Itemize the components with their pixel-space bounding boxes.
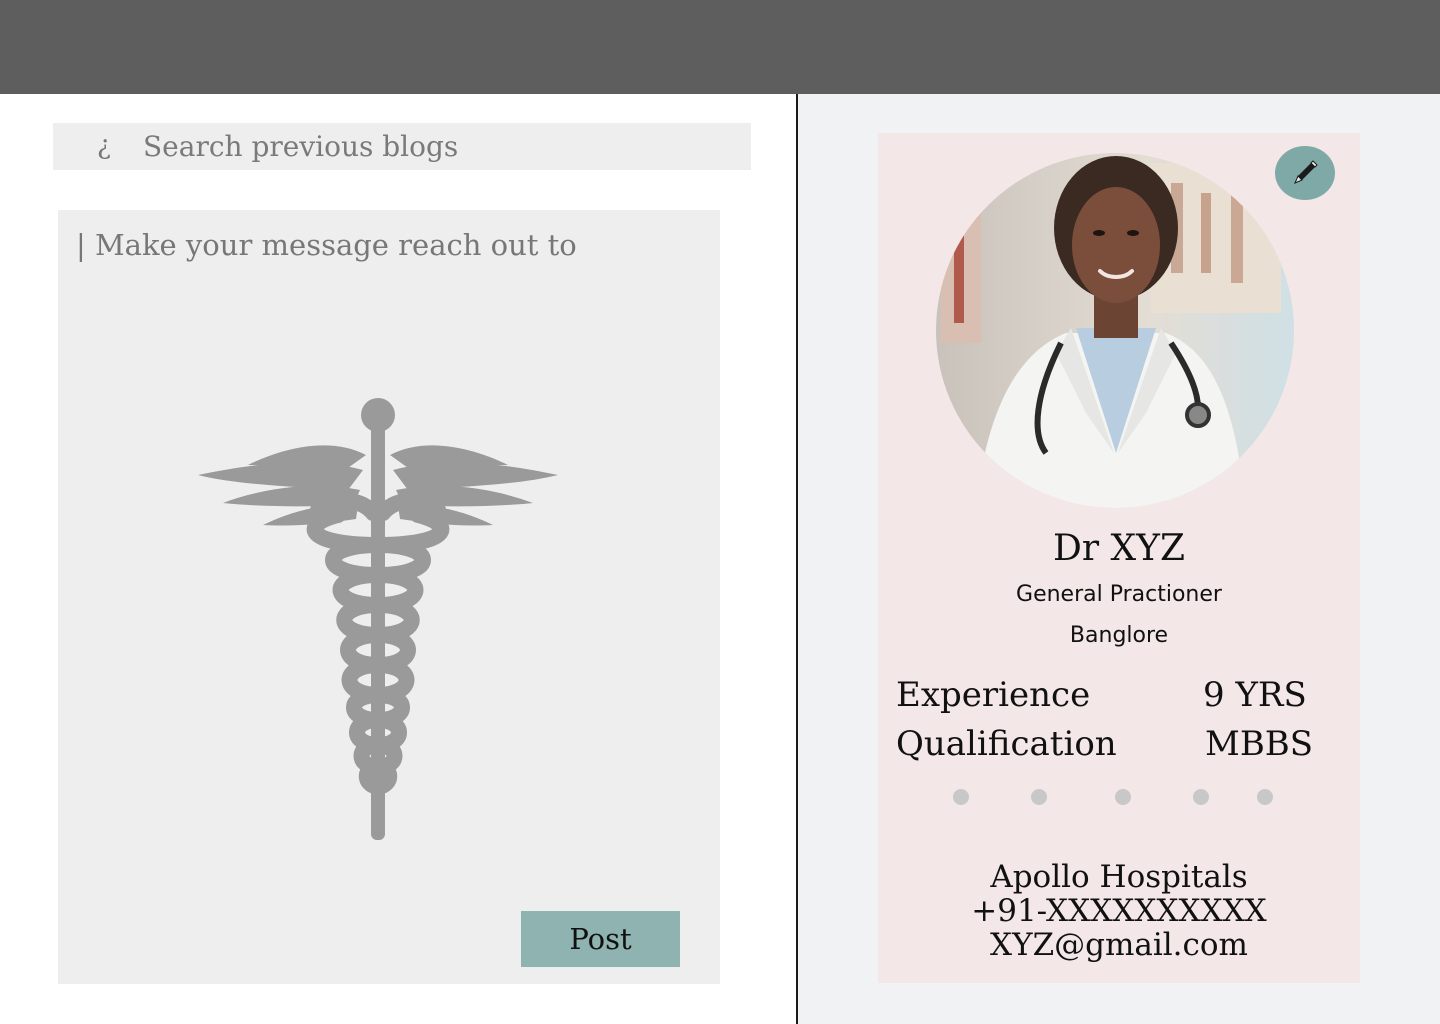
blog-pane: ¿ Search previous blogs | Make your mess… [0,94,796,1024]
hospital-name: Apollo Hospitals [990,859,1248,895]
edit-profile-button[interactable] [1275,146,1335,200]
doctor-name: Dr XYZ [1053,528,1185,569]
search-input[interactable] [143,123,733,170]
profile-pane: Dr XYZ General Practioner Banglore Exper… [798,94,1440,1024]
pagination-dot[interactable] [1257,789,1273,805]
caduceus-icon [198,398,558,840]
doctor-city: Banglore [1069,623,1169,648]
blog-composer: Post [58,210,720,984]
pagination-dot[interactable] [1193,789,1209,805]
pagination-dot[interactable] [1031,789,1047,805]
experience-value: 9 YRS [1203,675,1307,715]
message-input[interactable] [76,228,696,262]
pagination-dot[interactable] [1115,789,1131,805]
doctor-photo [936,153,1294,508]
search-bar: ¿ [53,123,751,170]
pen-icon [1294,160,1318,184]
qualification-label: Qualification [896,724,1117,764]
post-button[interactable]: Post [521,911,680,967]
doctor-specialty: General Practioner [1016,582,1222,607]
pagination-dot[interactable] [953,789,969,805]
qualification-value: MBBS [1205,724,1314,764]
search-icon: ¿ [97,131,111,161]
profile-card: Dr XYZ General Practioner Banglore Exper… [878,133,1360,983]
doctor-avatar [936,153,1294,508]
experience-label: Experience [896,675,1091,715]
phone-number: +91-XXXXXXXXXX [971,893,1267,929]
top-bar [0,0,1440,94]
email-address: XYZ@gmail.com [990,927,1248,963]
